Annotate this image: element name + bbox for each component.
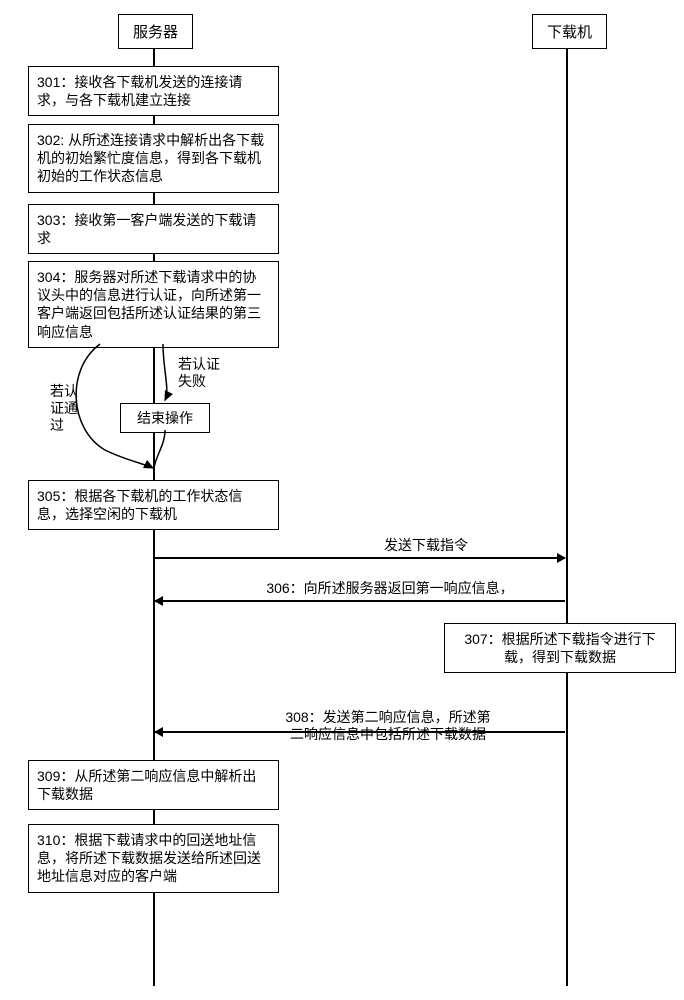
arrow-308 <box>155 731 565 733</box>
step-302: 302: 从所述连接请求中解析出各下载机的初始繁忙度信息，得到各下载机初始的工作… <box>28 124 279 193</box>
downloader-label: 下载机 <box>547 24 592 41</box>
downloader-lifeline <box>566 46 568 986</box>
step-305-text: 305：根据各下载机的工作状态信息，选择空闲的下载机 <box>37 488 242 522</box>
step-304-text: 304：服务器对所述下载请求中的协议头中的信息进行认证，向所述第一客户端返回包括… <box>37 269 261 340</box>
msg-308: 308：发送第二响应信息，所述第 二响应信息中包括所述下载数据 <box>248 691 528 744</box>
msg-send-cmd: 发送下载指令 <box>296 537 556 555</box>
step-307: 307：根据所述下载指令进行下载，得到下载数据 <box>444 623 676 673</box>
step-310: 310：根据下载请求中的回送地址信息，将所述下载数据发送给所述回送地址信息对应的… <box>28 824 279 893</box>
msg-306-text: 306：向所述服务器返回第一响应信息， <box>266 580 513 596</box>
msg-306: 306：向所述服务器返回第一响应信息， <box>225 580 555 598</box>
step-307-text: 307：根据所述下载指令进行下载，得到下载数据 <box>464 631 655 665</box>
arrow-send-cmd <box>155 557 565 559</box>
step-303: 303：接收第一客户端发送的下载请求 <box>28 204 279 254</box>
step-301-text: 301：接收各下载机发送的连接请求，与各下载机建立连接 <box>37 74 242 108</box>
branch-fail: 若认证 失败 <box>178 356 220 390</box>
msg-send-cmd-text: 发送下载指令 <box>384 537 468 553</box>
step-309-text: 309：从所述第二响应信息中解析出下载数据 <box>37 768 256 802</box>
step-302-text: 302: 从所述连接请求中解析出各下载机的初始繁忙度信息，得到各下载机初始的工作… <box>37 132 264 184</box>
step-310-text: 310：根据下载请求中的回送地址信息，将所述下载数据发送给所述回送地址信息对应的… <box>37 832 261 884</box>
end-operation-text: 结束操作 <box>137 410 193 426</box>
server-label: 服务器 <box>133 24 178 41</box>
step-303-text: 303：接收第一客户端发送的下载请求 <box>37 212 256 246</box>
step-304: 304：服务器对所述下载请求中的协议头中的信息进行认证，向所述第一客户端返回包括… <box>28 261 279 348</box>
step-301: 301：接收各下载机发送的连接请求，与各下载机建立连接 <box>28 66 279 116</box>
arrow-306 <box>155 600 565 602</box>
msg-308-text: 308：发送第二响应信息，所述第 二响应信息中包括所述下载数据 <box>285 709 490 743</box>
server-participant: 服务器 <box>118 14 193 49</box>
step-309: 309：从所述第二响应信息中解析出下载数据 <box>28 760 279 810</box>
end-operation: 结束操作 <box>120 403 210 433</box>
downloader-participant: 下载机 <box>532 14 607 49</box>
branch-pass: 若认 证通 过 <box>50 383 78 433</box>
step-305: 305：根据各下载机的工作状态信息，选择空闲的下载机 <box>28 480 279 530</box>
